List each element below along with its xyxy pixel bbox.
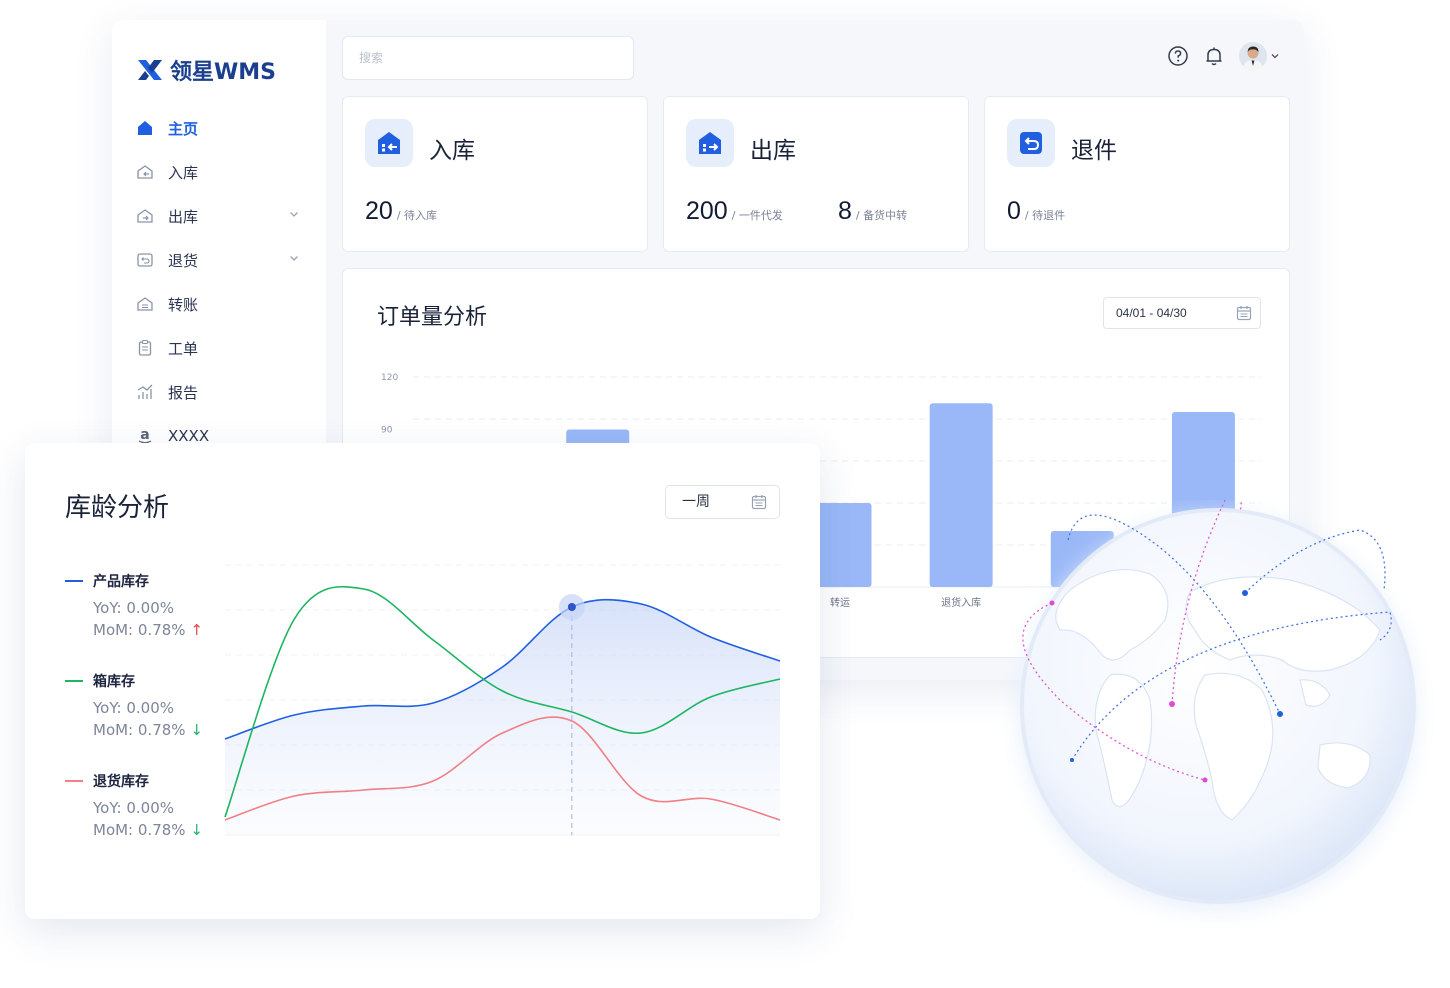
- stat-value: 20: [365, 197, 393, 225]
- series-area: [225, 599, 780, 835]
- sidebar-item-6[interactable]: 报告: [112, 370, 326, 414]
- inbound-warehouse-icon: [365, 119, 413, 167]
- sidebar-item-label: 退货: [168, 251, 199, 270]
- stat-value: 8: [838, 197, 852, 225]
- stat-value: 200: [686, 197, 728, 225]
- bar[interactable]: [929, 403, 993, 587]
- svg-text:a: a: [140, 427, 149, 443]
- outbound-icon: [136, 207, 154, 225]
- chevron-down-icon[interactable]: [288, 252, 300, 264]
- stat-dropship[interactable]: 200 / 一件代发: [686, 197, 783, 226]
- transfer-icon: [136, 295, 154, 313]
- chevron-down-icon[interactable]: [1270, 51, 1280, 61]
- sidebar-item-label: 入库: [168, 163, 199, 182]
- help-icon[interactable]: [1167, 45, 1189, 67]
- sidebar-nav: 主页 入库 出库 退货 转账 工单 报告 a XXXX: [112, 106, 326, 458]
- sidebar-item-2[interactable]: 出库: [112, 194, 326, 238]
- stat-value: 0: [1007, 197, 1021, 225]
- x-tick-label: 转运: [830, 596, 850, 609]
- avatar[interactable]: [1239, 42, 1267, 70]
- sidebar-item-3[interactable]: 退货: [112, 238, 326, 282]
- stat-pending-inbound[interactable]: 20 / 待入库: [365, 197, 437, 226]
- sidebar-item-1[interactable]: 入库: [112, 150, 326, 194]
- stat-pending-returns[interactable]: 0 / 待退件: [1007, 197, 1065, 226]
- stat-label: / 待退件: [1024, 209, 1066, 222]
- inbound-card[interactable]: 入库 20 / 待入库: [342, 96, 648, 252]
- card-title: 出库: [750, 138, 796, 164]
- home-icon: [136, 119, 154, 137]
- sidebar-item-label: 工单: [168, 339, 199, 358]
- sidebar-item-label: 主页: [168, 119, 199, 138]
- search-input[interactable]: [342, 36, 634, 80]
- sidebar-item-4[interactable]: 转账: [112, 282, 326, 326]
- bell-icon[interactable]: [1203, 45, 1225, 67]
- report-chart-icon: [136, 383, 154, 401]
- sidebar-item-label: 报告: [168, 383, 199, 402]
- inventory-age-line-chart: [224, 564, 781, 836]
- globe-illustration: [1018, 500, 1418, 912]
- outbound-warehouse-icon: [686, 119, 734, 167]
- stat-label: / 一件代发: [731, 209, 783, 222]
- return-icon: [136, 251, 154, 269]
- brand-name: 领星WMS: [170, 60, 277, 85]
- sidebar-item-0[interactable]: 主页: [112, 106, 326, 150]
- hover-point[interactable]: [567, 603, 576, 611]
- clipboard-icon: [136, 339, 154, 357]
- chevron-down-icon[interactable]: [288, 208, 300, 220]
- return-box-icon: [1007, 119, 1055, 167]
- header-actions: [1167, 42, 1280, 70]
- logo-icon: [138, 60, 162, 80]
- outbound-card[interactable]: 出库 200 / 一件代发 8 / 备货中转: [663, 96, 969, 252]
- returns-card[interactable]: 退件 0 / 待退件: [984, 96, 1290, 252]
- y-tick-label: 90: [381, 426, 393, 436]
- stat-label: / 备货中转: [855, 209, 908, 222]
- stat-label: / 待入库: [396, 209, 438, 222]
- inventory-age-panel: 库龄分析 一周 产品库存 YoY: 0.00% MoM: 0.78% ↑ 箱库存…: [25, 443, 820, 919]
- sidebar-item-label: 转账: [168, 295, 199, 314]
- inbound-icon: [136, 163, 154, 181]
- card-title: 退件: [1071, 138, 1117, 164]
- sidebar-item-5[interactable]: 工单: [112, 326, 326, 370]
- stat-transit-stock[interactable]: 8 / 备货中转: [838, 197, 907, 226]
- user-menu[interactable]: [1239, 42, 1280, 70]
- marketing-composite: 领星WMS 主页 入库 出库 退货 转账 工单 报告 a XXXX 搜索 入库 …: [0, 0, 1450, 988]
- logo: 领星WMS: [136, 54, 276, 86]
- y-tick-label: 120: [381, 373, 398, 383]
- card-title: 入库: [429, 138, 475, 164]
- sidebar-item-label: 出库: [168, 207, 199, 226]
- x-tick-label: 退货入库: [941, 596, 981, 609]
